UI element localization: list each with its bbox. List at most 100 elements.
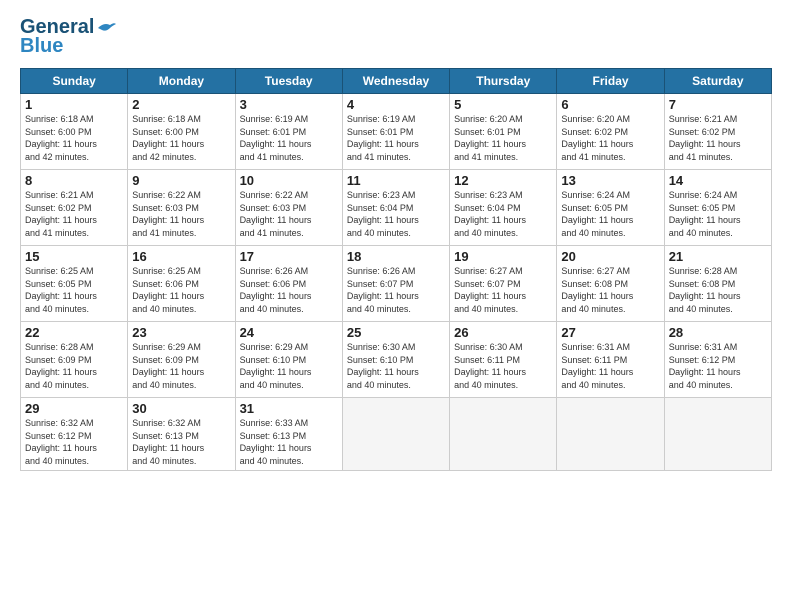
day-info: Sunrise: 6:18 AM Sunset: 6:00 PM Dayligh… xyxy=(25,113,123,163)
day-info: Sunrise: 6:21 AM Sunset: 6:02 PM Dayligh… xyxy=(25,189,123,239)
day-number: 15 xyxy=(25,249,123,264)
day-number: 5 xyxy=(454,97,552,112)
day-number: 25 xyxy=(347,325,445,340)
day-info: Sunrise: 6:30 AM Sunset: 6:10 PM Dayligh… xyxy=(347,341,445,391)
day-number: 20 xyxy=(561,249,659,264)
calendar-header-monday: Monday xyxy=(128,69,235,94)
calendar-day-cell: 30Sunrise: 6:32 AM Sunset: 6:13 PM Dayli… xyxy=(128,398,235,471)
calendar-header-wednesday: Wednesday xyxy=(342,69,449,94)
calendar-header-thursday: Thursday xyxy=(450,69,557,94)
day-info: Sunrise: 6:30 AM Sunset: 6:11 PM Dayligh… xyxy=(454,341,552,391)
calendar-day-cell xyxy=(450,398,557,471)
calendar-day-cell: 16Sunrise: 6:25 AM Sunset: 6:06 PM Dayli… xyxy=(128,246,235,322)
day-info: Sunrise: 6:31 AM Sunset: 6:11 PM Dayligh… xyxy=(561,341,659,391)
day-info: Sunrise: 6:32 AM Sunset: 6:13 PM Dayligh… xyxy=(132,417,230,467)
day-info: Sunrise: 6:22 AM Sunset: 6:03 PM Dayligh… xyxy=(240,189,338,239)
calendar-day-cell: 22Sunrise: 6:28 AM Sunset: 6:09 PM Dayli… xyxy=(21,322,128,398)
day-number: 24 xyxy=(240,325,338,340)
day-number: 31 xyxy=(240,401,338,416)
calendar-header-sunday: Sunday xyxy=(21,69,128,94)
day-info: Sunrise: 6:28 AM Sunset: 6:09 PM Dayligh… xyxy=(25,341,123,391)
calendar-day-cell: 8Sunrise: 6:21 AM Sunset: 6:02 PM Daylig… xyxy=(21,170,128,246)
day-info: Sunrise: 6:23 AM Sunset: 6:04 PM Dayligh… xyxy=(454,189,552,239)
day-info: Sunrise: 6:29 AM Sunset: 6:10 PM Dayligh… xyxy=(240,341,338,391)
day-info: Sunrise: 6:25 AM Sunset: 6:05 PM Dayligh… xyxy=(25,265,123,315)
calendar-day-cell: 20Sunrise: 6:27 AM Sunset: 6:08 PM Dayli… xyxy=(557,246,664,322)
calendar-week-row: 22Sunrise: 6:28 AM Sunset: 6:09 PM Dayli… xyxy=(21,322,772,398)
header: General Blue xyxy=(20,16,772,58)
day-number: 4 xyxy=(347,97,445,112)
day-number: 19 xyxy=(454,249,552,264)
calendar-day-cell: 1Sunrise: 6:18 AM Sunset: 6:00 PM Daylig… xyxy=(21,94,128,170)
day-number: 17 xyxy=(240,249,338,264)
day-number: 28 xyxy=(669,325,767,340)
calendar-week-row: 15Sunrise: 6:25 AM Sunset: 6:05 PM Dayli… xyxy=(21,246,772,322)
day-info: Sunrise: 6:27 AM Sunset: 6:08 PM Dayligh… xyxy=(561,265,659,315)
calendar-day-cell: 9Sunrise: 6:22 AM Sunset: 6:03 PM Daylig… xyxy=(128,170,235,246)
calendar-day-cell xyxy=(342,398,449,471)
day-number: 29 xyxy=(25,401,123,416)
calendar-header-saturday: Saturday xyxy=(664,69,771,94)
day-number: 10 xyxy=(240,173,338,188)
day-info: Sunrise: 6:28 AM Sunset: 6:08 PM Dayligh… xyxy=(669,265,767,315)
day-number: 14 xyxy=(669,173,767,188)
calendar-day-cell: 12Sunrise: 6:23 AM Sunset: 6:04 PM Dayli… xyxy=(450,170,557,246)
day-info: Sunrise: 6:18 AM Sunset: 6:00 PM Dayligh… xyxy=(132,113,230,163)
calendar-day-cell: 23Sunrise: 6:29 AM Sunset: 6:09 PM Dayli… xyxy=(128,322,235,398)
calendar-day-cell: 13Sunrise: 6:24 AM Sunset: 6:05 PM Dayli… xyxy=(557,170,664,246)
day-number: 18 xyxy=(347,249,445,264)
day-info: Sunrise: 6:19 AM Sunset: 6:01 PM Dayligh… xyxy=(347,113,445,163)
day-number: 7 xyxy=(669,97,767,112)
calendar-day-cell xyxy=(664,398,771,471)
day-info: Sunrise: 6:21 AM Sunset: 6:02 PM Dayligh… xyxy=(669,113,767,163)
day-number: 23 xyxy=(132,325,230,340)
calendar-day-cell: 21Sunrise: 6:28 AM Sunset: 6:08 PM Dayli… xyxy=(664,246,771,322)
calendar-header-friday: Friday xyxy=(557,69,664,94)
calendar-week-row: 1Sunrise: 6:18 AM Sunset: 6:00 PM Daylig… xyxy=(21,94,772,170)
day-info: Sunrise: 6:29 AM Sunset: 6:09 PM Dayligh… xyxy=(132,341,230,391)
calendar-day-cell: 26Sunrise: 6:30 AM Sunset: 6:11 PM Dayli… xyxy=(450,322,557,398)
day-number: 22 xyxy=(25,325,123,340)
calendar-day-cell: 4Sunrise: 6:19 AM Sunset: 6:01 PM Daylig… xyxy=(342,94,449,170)
calendar-day-cell: 27Sunrise: 6:31 AM Sunset: 6:11 PM Dayli… xyxy=(557,322,664,398)
calendar-day-cell: 24Sunrise: 6:29 AM Sunset: 6:10 PM Dayli… xyxy=(235,322,342,398)
day-info: Sunrise: 6:31 AM Sunset: 6:12 PM Dayligh… xyxy=(669,341,767,391)
day-number: 3 xyxy=(240,97,338,112)
day-info: Sunrise: 6:23 AM Sunset: 6:04 PM Dayligh… xyxy=(347,189,445,239)
day-number: 2 xyxy=(132,97,230,112)
day-number: 11 xyxy=(347,173,445,188)
calendar-day-cell: 2Sunrise: 6:18 AM Sunset: 6:00 PM Daylig… xyxy=(128,94,235,170)
day-number: 12 xyxy=(454,173,552,188)
logo-bird-icon xyxy=(96,20,118,36)
day-number: 6 xyxy=(561,97,659,112)
day-info: Sunrise: 6:25 AM Sunset: 6:06 PM Dayligh… xyxy=(132,265,230,315)
day-number: 16 xyxy=(132,249,230,264)
calendar-day-cell: 28Sunrise: 6:31 AM Sunset: 6:12 PM Dayli… xyxy=(664,322,771,398)
calendar-day-cell: 5Sunrise: 6:20 AM Sunset: 6:01 PM Daylig… xyxy=(450,94,557,170)
day-info: Sunrise: 6:22 AM Sunset: 6:03 PM Dayligh… xyxy=(132,189,230,239)
logo-blue: Blue xyxy=(20,35,63,58)
calendar-week-row: 8Sunrise: 6:21 AM Sunset: 6:02 PM Daylig… xyxy=(21,170,772,246)
day-number: 8 xyxy=(25,173,123,188)
calendar-day-cell: 19Sunrise: 6:27 AM Sunset: 6:07 PM Dayli… xyxy=(450,246,557,322)
page: General Blue SundayMondayTuesdayWednesda… xyxy=(0,0,792,612)
calendar-week-row: 29Sunrise: 6:32 AM Sunset: 6:12 PM Dayli… xyxy=(21,398,772,471)
calendar-day-cell: 7Sunrise: 6:21 AM Sunset: 6:02 PM Daylig… xyxy=(664,94,771,170)
day-info: Sunrise: 6:24 AM Sunset: 6:05 PM Dayligh… xyxy=(669,189,767,239)
day-info: Sunrise: 6:26 AM Sunset: 6:06 PM Dayligh… xyxy=(240,265,338,315)
day-info: Sunrise: 6:20 AM Sunset: 6:01 PM Dayligh… xyxy=(454,113,552,163)
day-info: Sunrise: 6:19 AM Sunset: 6:01 PM Dayligh… xyxy=(240,113,338,163)
calendar-header-tuesday: Tuesday xyxy=(235,69,342,94)
day-info: Sunrise: 6:24 AM Sunset: 6:05 PM Dayligh… xyxy=(561,189,659,239)
calendar-day-cell: 3Sunrise: 6:19 AM Sunset: 6:01 PM Daylig… xyxy=(235,94,342,170)
day-info: Sunrise: 6:33 AM Sunset: 6:13 PM Dayligh… xyxy=(240,417,338,467)
day-number: 1 xyxy=(25,97,123,112)
calendar-day-cell: 11Sunrise: 6:23 AM Sunset: 6:04 PM Dayli… xyxy=(342,170,449,246)
calendar-header-row: SundayMondayTuesdayWednesdayThursdayFrid… xyxy=(21,69,772,94)
day-number: 26 xyxy=(454,325,552,340)
calendar-day-cell: 31Sunrise: 6:33 AM Sunset: 6:13 PM Dayli… xyxy=(235,398,342,471)
day-number: 13 xyxy=(561,173,659,188)
calendar-day-cell: 18Sunrise: 6:26 AM Sunset: 6:07 PM Dayli… xyxy=(342,246,449,322)
calendar-day-cell: 25Sunrise: 6:30 AM Sunset: 6:10 PM Dayli… xyxy=(342,322,449,398)
day-info: Sunrise: 6:32 AM Sunset: 6:12 PM Dayligh… xyxy=(25,417,123,467)
